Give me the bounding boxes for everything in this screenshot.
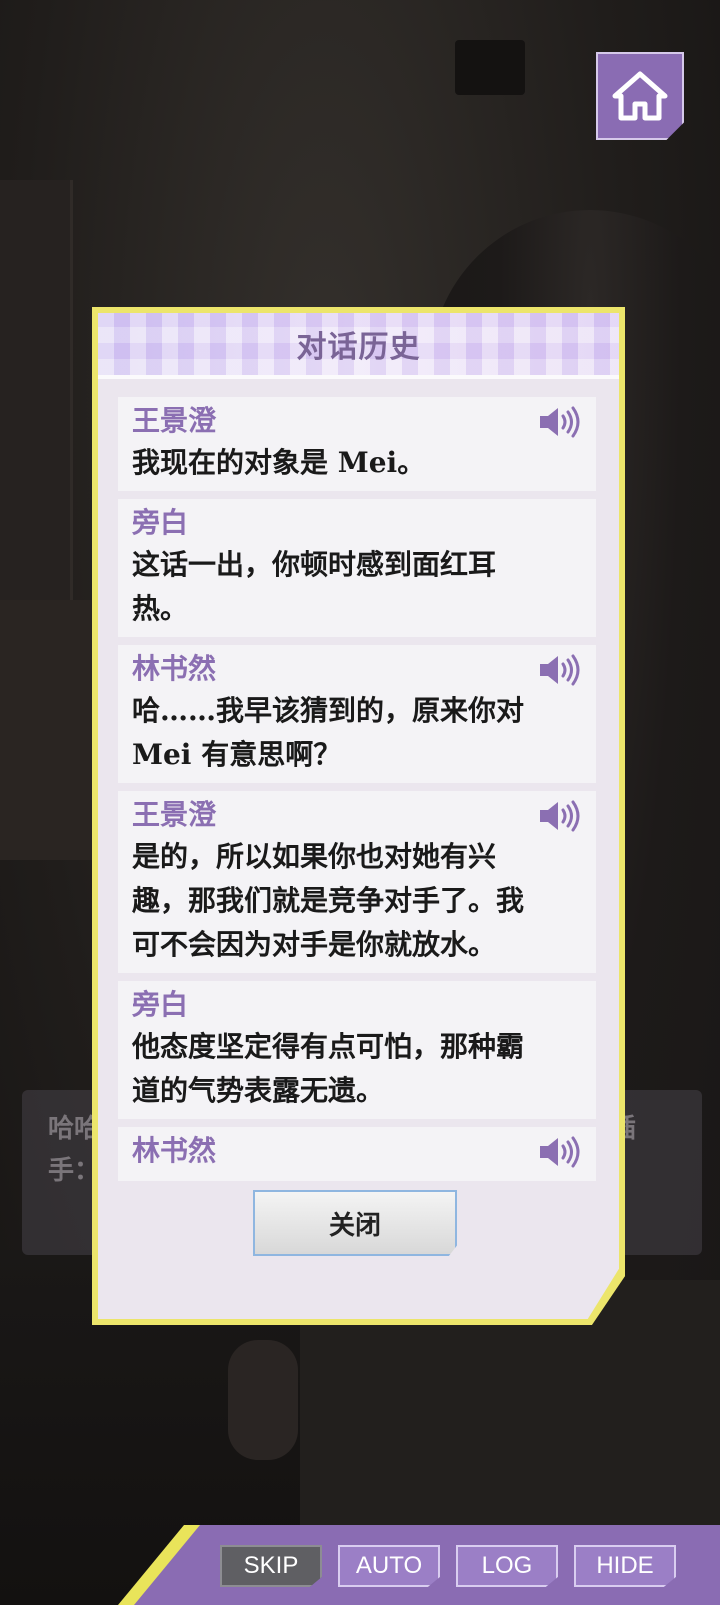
speaker-voice-icon[interactable] (538, 653, 582, 687)
log-entry: 旁白 他态度坚定得有点可怕，那种霸 道的气势表露无遗。 (118, 981, 596, 1119)
log-entry-list[interactable]: 王景澄 我现在的对象是 Mei。 旁白 这话一出，你顿时感到面红耳 热。 林书然 … (118, 397, 596, 1189)
speaker-name: 王景澄 (132, 798, 217, 831)
skip-button[interactable]: SKIP (220, 1545, 322, 1587)
home-icon (612, 71, 668, 121)
log-entry: 林书然 哈……我早该猜到的，原来你对 Mei 有意思啊？ (118, 645, 596, 783)
close-button[interactable]: 关闭 (253, 1190, 457, 1256)
hide-button[interactable]: HIDE (574, 1545, 676, 1587)
speaker-voice-icon[interactable] (538, 405, 582, 439)
speaker-name: 旁白 (132, 506, 189, 539)
speaker-voice-icon[interactable] (538, 799, 582, 833)
dialogue-text: 是的，所以如果你也对她有兴 趣，那我们就是竞争对手了。我 可不会因为对手是你就放水。 (132, 840, 525, 961)
home-button[interactable] (596, 52, 684, 140)
dialogue-text: 这话一出，你顿时感到面红耳 热。 (132, 548, 497, 625)
dialogue-text: 哈……我早该猜到的，原来你对 Mei 有意思啊？ (132, 694, 525, 771)
auto-button[interactable]: AUTO (338, 1545, 440, 1587)
speaker-name: 林书然 (132, 652, 217, 685)
log-panel: 对话历史 王景澄 我现在的对象是 Mei。 旁白 这话一出，你顿时感到面红耳 热。… (98, 313, 619, 1319)
speaker-name: 旁白 (132, 988, 189, 1021)
log-entry: 王景澄 是的，所以如果你也对她有兴 趣，那我们就是竞争对手了。我 可不会因为对手是你… (118, 791, 596, 973)
log-button[interactable]: LOG (456, 1545, 558, 1587)
speaker-name: 王景澄 (132, 404, 217, 437)
log-entry: 王景澄 我现在的对象是 Mei。 (118, 397, 596, 491)
log-entry: 林书然 (118, 1127, 596, 1181)
log-entry: 旁白 这话一出，你顿时感到面红耳 热。 (118, 499, 596, 637)
log-panel-header: 对话历史 (98, 313, 619, 379)
dialogue-text: 我现在的对象是 Mei。 (132, 446, 426, 479)
speaker-voice-icon[interactable] (538, 1135, 582, 1169)
dialogue-text: 他态度坚定得有点可怕，那种霸 道的气势表露无遗。 (132, 1030, 525, 1107)
speaker-name: 林书然 (132, 1134, 217, 1167)
log-panel-title: 对话历史 (296, 330, 421, 365)
